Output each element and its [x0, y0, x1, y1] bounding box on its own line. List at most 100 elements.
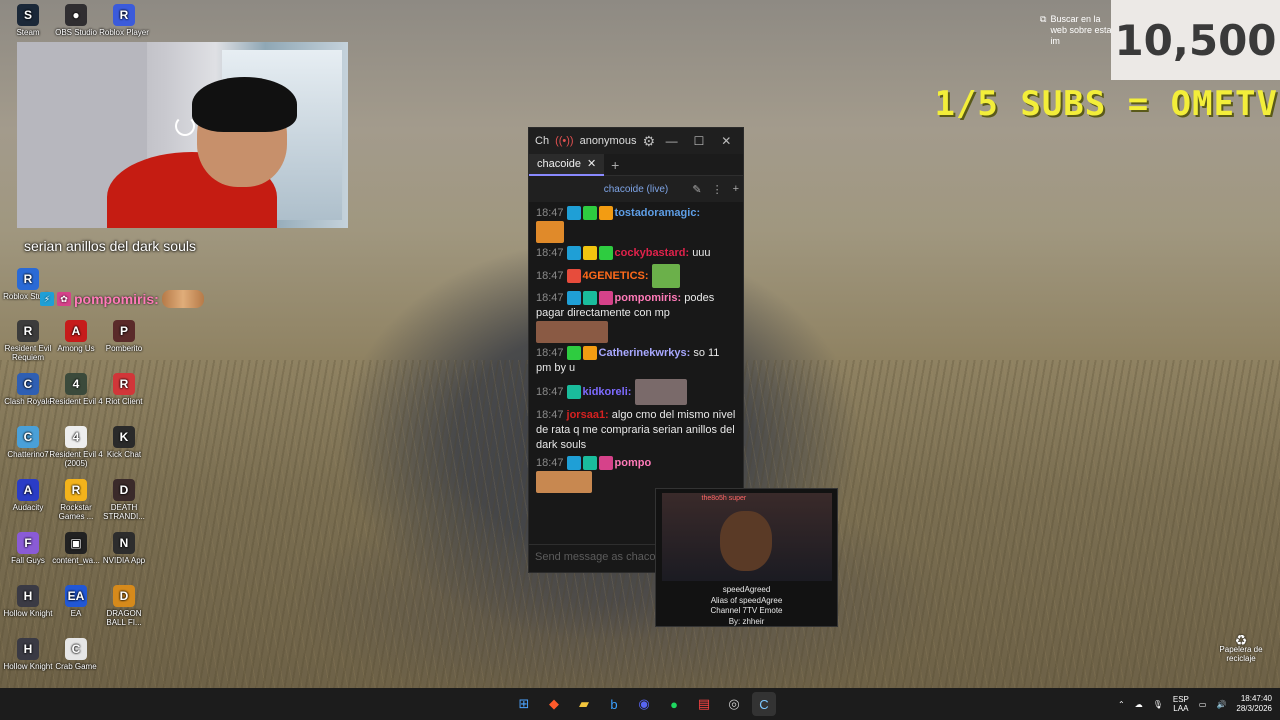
message-time: 18:47 — [536, 292, 564, 304]
badge-icon — [566, 246, 581, 261]
ea-icon: EA — [65, 585, 87, 607]
network-icon[interactable]: ▭ — [1199, 700, 1207, 709]
chatterino-taskbar-icon[interactable]: C — [752, 692, 776, 716]
split-add-icon[interactable]: + — [733, 183, 739, 196]
roblox-studio-icon: R — [17, 268, 39, 290]
badge-icon: ✿ — [57, 292, 71, 306]
webcam-feed — [17, 42, 348, 228]
minimize-icon[interactable]: — — [661, 134, 682, 148]
crab-game-icon: C — [65, 638, 87, 660]
emote-tooltip: the8o5h super speedAgreed Alias of speed… — [655, 488, 838, 627]
badge-icon — [598, 206, 613, 221]
moderation-icon[interactable]: ✎ — [692, 183, 701, 196]
system-tray: ⌃ ☁ 🎙 ESP LAA ▭ 🔊 18:47:40 28/3/2026 — [1118, 688, 1272, 720]
spotify-icon[interactable]: ● — [662, 692, 686, 716]
content-icon: ▣ — [65, 532, 87, 554]
chat-emote-icon[interactable] — [536, 321, 608, 343]
message-username[interactable]: Catherinekwrkys: — [599, 347, 691, 359]
message-time: 18:47 — [536, 347, 564, 359]
channel-label[interactable]: chacoide (live) — [604, 184, 668, 195]
badge-icon — [598, 456, 613, 471]
steam-icon: S — [17, 4, 39, 26]
cloud-icon[interactable]: ☁ — [1135, 700, 1143, 709]
desktop-icon[interactable]: D DRAGON BALL FI... — [96, 585, 152, 627]
resident-evil-2005-icon: 4 — [65, 426, 87, 448]
desktop-icon-label: Pomberito — [105, 344, 143, 353]
badge-icon — [582, 246, 597, 261]
loading-spinner-icon — [175, 116, 195, 136]
emote-name: speedAgreed — [722, 585, 771, 594]
account-name[interactable]: anonymous — [580, 135, 637, 147]
chat-titlebar[interactable]: Ch ((•)) anonymous ⚙ — ☐ ✕ — [529, 128, 743, 154]
desktop-icon[interactable]: C Crab Game — [48, 638, 104, 671]
message-username[interactable]: pompo — [615, 457, 652, 469]
message-username[interactable]: pompomiris: — [615, 292, 682, 304]
start-menu-icon[interactable]: ⊞ — [512, 692, 536, 716]
chevron-up-icon[interactable]: ⌃ — [1118, 700, 1125, 709]
taskbar: ⊞ ◆ ▰ b ◉ ● ▤ ◎ C ⌃ ☁ 🎙 ESP LAA ▭ 🔊 18:4… — [0, 688, 1280, 720]
sub-counter: 10,500 — [1111, 0, 1280, 80]
chat-emote-icon[interactable] — [536, 471, 592, 493]
tab-close-icon[interactable]: ✕ — [587, 157, 596, 170]
search-hint-text: Buscar en la web sobre esta im — [1050, 14, 1112, 46]
desktop-icon-label: Crab Game — [55, 662, 97, 671]
chat-emote-icon[interactable] — [651, 264, 680, 288]
more-options-icon[interactable]: ⋮ — [712, 183, 723, 196]
message-username[interactable]: jorsaa1: — [567, 409, 609, 421]
badge-icon: ⚡ — [40, 292, 54, 306]
badge-icon — [566, 269, 581, 283]
clock[interactable]: 18:47:40 28/3/2026 — [1236, 694, 1272, 714]
desktop-icon[interactable]: P Pomberito — [96, 320, 152, 353]
microphone-icon[interactable]: 🎙 — [1153, 700, 1163, 709]
desktop-icon-label: NVIDIA App — [102, 556, 146, 565]
chat-message: 18:47 cockybastard: uuu — [536, 246, 736, 261]
search-web-hint[interactable]: ⧉ Buscar en la web sobre esta im — [1040, 14, 1112, 48]
overlay-username: pompomiris: — [74, 291, 159, 307]
preview-tag: the8o5h super — [701, 495, 747, 502]
language-indicator[interactable]: ESP LAA — [1173, 695, 1189, 713]
nvidia-icon: N — [113, 532, 135, 554]
badge-icon — [598, 246, 613, 261]
message-time: 18:47 — [536, 269, 564, 282]
desktop-icon-label: DEATH STRANDI... — [103, 503, 145, 521]
riot-icon: R — [113, 373, 135, 395]
chat-emote-icon[interactable] — [536, 221, 564, 243]
roblox-icon: R — [113, 4, 135, 26]
clash-royale-icon: C — [17, 373, 39, 395]
badge-icon — [566, 206, 581, 221]
emote-author: By: zhheir — [728, 616, 765, 626]
message-username[interactable]: tostadoramagic: — [615, 207, 701, 219]
volume-icon[interactable]: 🔊 — [1216, 700, 1226, 709]
desktop-icon[interactable]: K Kick Chat — [96, 426, 152, 459]
emote-preview-image: the8o5h super — [661, 493, 832, 581]
message-time: 18:47 — [536, 247, 564, 259]
badge-icon — [582, 206, 597, 221]
recycle-bin-icon: ♻ — [1234, 632, 1248, 648]
desktop-icon[interactable]: R Roblox Player — [96, 4, 152, 37]
bing-icon[interactable]: b — [602, 692, 626, 716]
message-username[interactable]: 4GENETICS: — [583, 270, 649, 282]
badge-icon — [582, 346, 597, 361]
settings-gear-icon[interactable]: ⚙ — [642, 133, 655, 150]
message-time: 18:47 — [536, 457, 564, 469]
cat-emote-icon — [161, 290, 204, 308]
chat-tabs: chacoide ✕ + — [529, 153, 743, 176]
desktop-icon[interactable]: D DEATH STRANDI... — [96, 479, 152, 521]
file-explorer-icon[interactable]: ▰ — [572, 692, 596, 716]
maximize-icon[interactable]: ☐ — [688, 134, 709, 148]
desktop-icon[interactable]: R Riot Client — [96, 373, 152, 406]
message-username[interactable]: cockybastard: — [615, 247, 690, 259]
close-icon[interactable]: ✕ — [716, 134, 737, 148]
add-tab-icon[interactable]: + — [604, 157, 626, 173]
discord-icon[interactable]: ◉ — [632, 692, 656, 716]
recycle-bin-label: Papelera de reciclaje — [1219, 645, 1263, 663]
tab-chacoide[interactable]: chacoide ✕ — [529, 153, 605, 176]
recycle-bin[interactable]: ♻ Papelera de reciclaje — [1212, 632, 1270, 663]
brave-icon[interactable]: ◆ — [542, 692, 566, 716]
chat-emote-icon[interactable] — [634, 379, 687, 405]
desktop-icon[interactable]: N NVIDIA App — [96, 532, 152, 565]
message-username[interactable]: kidkoreli: — [583, 386, 632, 398]
media-app-icon[interactable]: ▤ — [692, 692, 716, 716]
dragon-ball-icon: D — [113, 585, 135, 607]
obs-taskbar-icon[interactable]: ◎ — [722, 692, 746, 716]
